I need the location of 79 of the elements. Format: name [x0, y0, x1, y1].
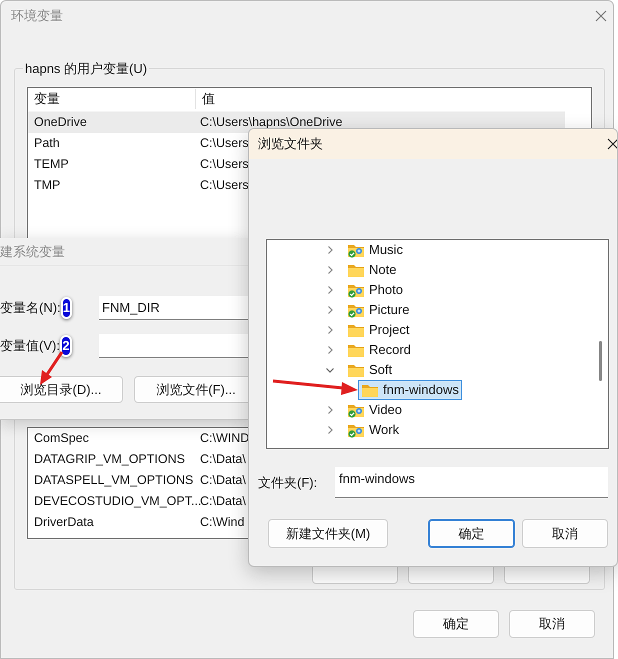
field-label: 文件夹(F):: [258, 474, 318, 492]
scrollbar-thumb[interactable]: [598, 341, 602, 381]
browse-button[interactable]: 浏览文件(F)...: [134, 376, 249, 403]
dialog-title: 浏览文件夹: [258, 135, 323, 154]
synced-folder-icon: [347, 302, 365, 318]
close-icon[interactable]: [607, 138, 617, 150]
tree-item[interactable]: Music: [344, 240, 406, 260]
synced-folder-icon: [347, 402, 365, 418]
variable-value: C:\Users\hapns\OneDrive: [199, 114, 342, 131]
tree-item[interactable]: Work: [344, 420, 402, 440]
list-row[interactable]: TMP C:\Users: [28, 174, 248, 196]
tree-item[interactable]: Soft: [344, 360, 396, 380]
synced-folder-icon: [347, 242, 365, 258]
tree-item[interactable]: Project: [344, 320, 412, 340]
expand-chevron-icon[interactable]: [325, 285, 335, 295]
variable-value: C:\Data\: [200, 492, 246, 510]
number-badge: 2: [60, 335, 72, 357]
list-row[interactable]: ComSpec C:\WIND: [28, 428, 248, 448]
variable-name: DriverData: [33, 514, 95, 531]
variable-name: ComSpec: [33, 430, 90, 447]
dialog-title: 建系统变量: [0, 242, 65, 261]
variable-value: C:\Data\: [199, 472, 246, 489]
dialog-button[interactable]: 取消: [522, 519, 608, 548]
variable-name: TMP: [33, 176, 62, 194]
dialog-button[interactable]: 新建文件夹(M): [268, 519, 388, 548]
expand-chevron-icon[interactable]: [325, 265, 335, 275]
list-row[interactable]: DriverData C:\Wind: [28, 512, 248, 532]
folder-icon: [347, 342, 365, 358]
group-title: hapns 的用户变量(U): [24, 60, 148, 78]
synced-folder-icon: [347, 422, 365, 438]
tree-item[interactable]: Video: [344, 400, 406, 420]
tree-item[interactable]: Note: [344, 260, 400, 280]
folder-icon: [361, 382, 379, 398]
expand-chevron-icon[interactable]: [325, 245, 335, 255]
field-label: 变量值(V):: [0, 337, 60, 356]
text-input[interactable]: FNM_DIR: [99, 296, 249, 320]
expand-chevron-icon[interactable]: [325, 405, 335, 415]
variable-name: DATAGRIP_VM_OPTIONS: [33, 450, 186, 468]
list-row[interactable]: DATAGRIP_VM_OPTIONS C:\Data\: [28, 448, 248, 470]
folder-icon: [347, 262, 365, 278]
folder-icon: [347, 322, 365, 338]
variable-value: C:\Users: [199, 134, 249, 152]
number-badge: 1: [60, 297, 72, 319]
text-input[interactable]: [99, 334, 249, 358]
window-title: 环境变量: [11, 7, 63, 26]
tree-item[interactable]: Picture: [344, 300, 412, 320]
synced-folder-icon: [347, 282, 365, 298]
dialog-button[interactable]: 确定: [413, 610, 499, 638]
variable-name: DEVECOSTUDIO_VM_OPT...: [33, 492, 198, 510]
variable-value: C:\Users: [199, 156, 249, 173]
expand-chevron-icon[interactable]: [325, 325, 335, 335]
dialog-button[interactable]: 取消: [509, 610, 595, 638]
folder-icon: [347, 362, 365, 378]
dialog-button[interactable]: 确定: [428, 519, 515, 548]
variable-value: C:\WIND: [199, 430, 250, 447]
variable-value: C:\Users: [199, 176, 249, 194]
collapse-chevron-icon[interactable]: [325, 365, 335, 375]
tree-item[interactable]: fnm-windows: [358, 380, 462, 400]
expand-chevron-icon[interactable]: [325, 305, 335, 315]
list-row[interactable]: TEMP C:\Users: [28, 154, 248, 174]
variable-name: TEMP: [33, 156, 70, 173]
arrow: [40, 351, 64, 385]
variable-name: DATASPELL_VM_OPTIONS: [33, 472, 194, 489]
expand-chevron-icon[interactable]: [325, 425, 335, 435]
list-row[interactable]: DATASPELL_VM_OPTIONS C:\Data\: [28, 470, 248, 490]
tree-item[interactable]: Photo: [344, 280, 406, 300]
column-header[interactable]: 变量: [28, 89, 196, 109]
browse-button[interactable]: 浏览目录(D)...: [0, 376, 123, 403]
list-row[interactable]: DEVECOSTUDIO_VM_OPT...C:\Data\: [28, 490, 248, 512]
list-row[interactable]: Path C:\Users: [28, 132, 248, 154]
expand-chevron-icon[interactable]: [325, 345, 335, 355]
variable-name: Path: [33, 134, 61, 152]
column-header[interactable]: 值: [196, 89, 215, 109]
variable-name: OneDrive: [33, 114, 88, 131]
variable-value: C:\Data\: [199, 450, 246, 468]
tree-item[interactable]: Record: [344, 340, 414, 360]
folder-input[interactable]: fnm-windows: [335, 467, 608, 498]
field-label: 变量名(N):: [0, 299, 61, 318]
variable-value: C:\Wind: [199, 514, 244, 531]
